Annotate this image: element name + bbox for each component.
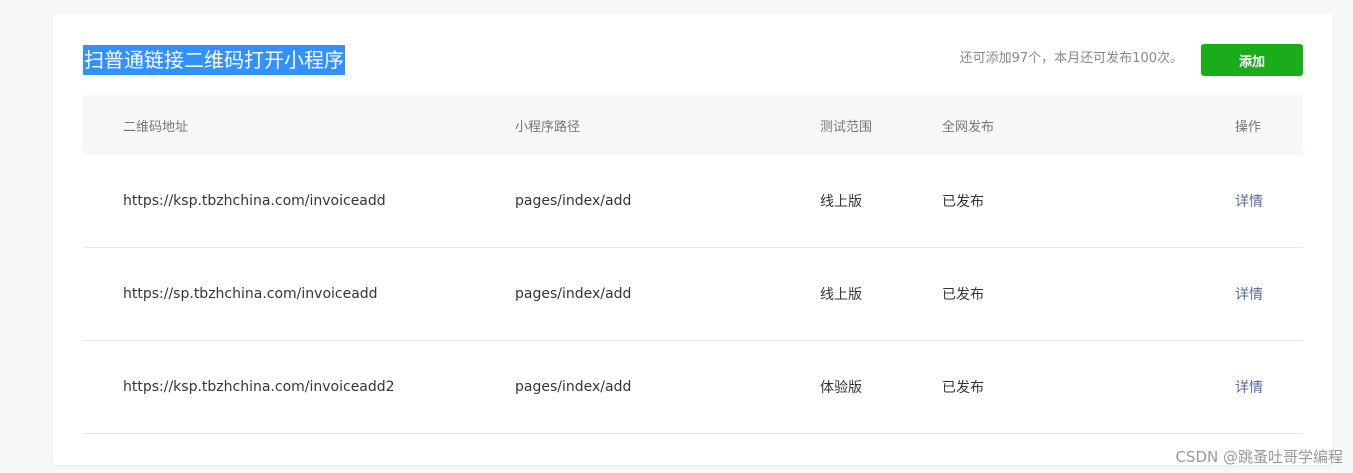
csdn-watermark: CSDN @跳蚤吐哥学编程 — [1175, 448, 1343, 466]
table-row: https://sp.tbzhchina.com/invoiceadd page… — [83, 248, 1303, 341]
column-header-actions: 操作 — [1235, 119, 1262, 135]
column-header-publish-status: 全网发布 — [942, 119, 995, 135]
details-link[interactable]: 详情 — [1235, 341, 1263, 433]
test-scope: 线上版 — [820, 194, 862, 210]
qrcode-table: 二维码地址 小程序路径 测试范围 全网发布 操作 https://ksp.tbz… — [83, 95, 1303, 434]
column-header-miniprogram-path: 小程序路径 — [515, 119, 581, 135]
column-header-qrcode-url: 二维码地址 — [123, 119, 189, 135]
miniprogram-path: pages/index/add — [515, 286, 632, 302]
miniprogram-path: pages/index/add — [515, 379, 632, 395]
add-button[interactable]: 添加 — [1201, 44, 1303, 76]
details-link[interactable]: 详情 — [1235, 248, 1263, 340]
page-title: 扫普通链接二维码打开小程序 — [83, 45, 345, 75]
qrcode-url: https://sp.tbzhchina.com/invoiceadd — [123, 286, 378, 302]
table-row: https://ksp.tbzhchina.com/invoiceadd pag… — [83, 155, 1303, 248]
qrcode-url: https://ksp.tbzhchina.com/invoiceadd2 — [123, 379, 395, 395]
column-header-test-scope: 测试范围 — [820, 119, 873, 135]
details-link[interactable]: 详情 — [1235, 155, 1263, 247]
publish-status: 已发布 — [942, 194, 984, 210]
table-row: https://ksp.tbzhchina.com/invoiceadd2 pa… — [83, 341, 1303, 434]
miniprogram-path: pages/index/add — [515, 193, 632, 209]
quota-text: 还可添加97个，本月还可发布100次。 — [959, 51, 1183, 66]
publish-status: 已发布 — [942, 287, 984, 303]
test-scope: 线上版 — [820, 287, 862, 303]
test-scope: 体验版 — [820, 380, 862, 396]
qrcode-url: https://ksp.tbzhchina.com/invoiceadd — [123, 193, 386, 209]
publish-status: 已发布 — [942, 380, 984, 396]
table-header: 二维码地址 小程序路径 测试范围 全网发布 操作 — [83, 95, 1303, 155]
qrcode-rules-card: 扫普通链接二维码打开小程序 还可添加97个，本月还可发布100次。 添加 二维码… — [53, 13, 1333, 465]
